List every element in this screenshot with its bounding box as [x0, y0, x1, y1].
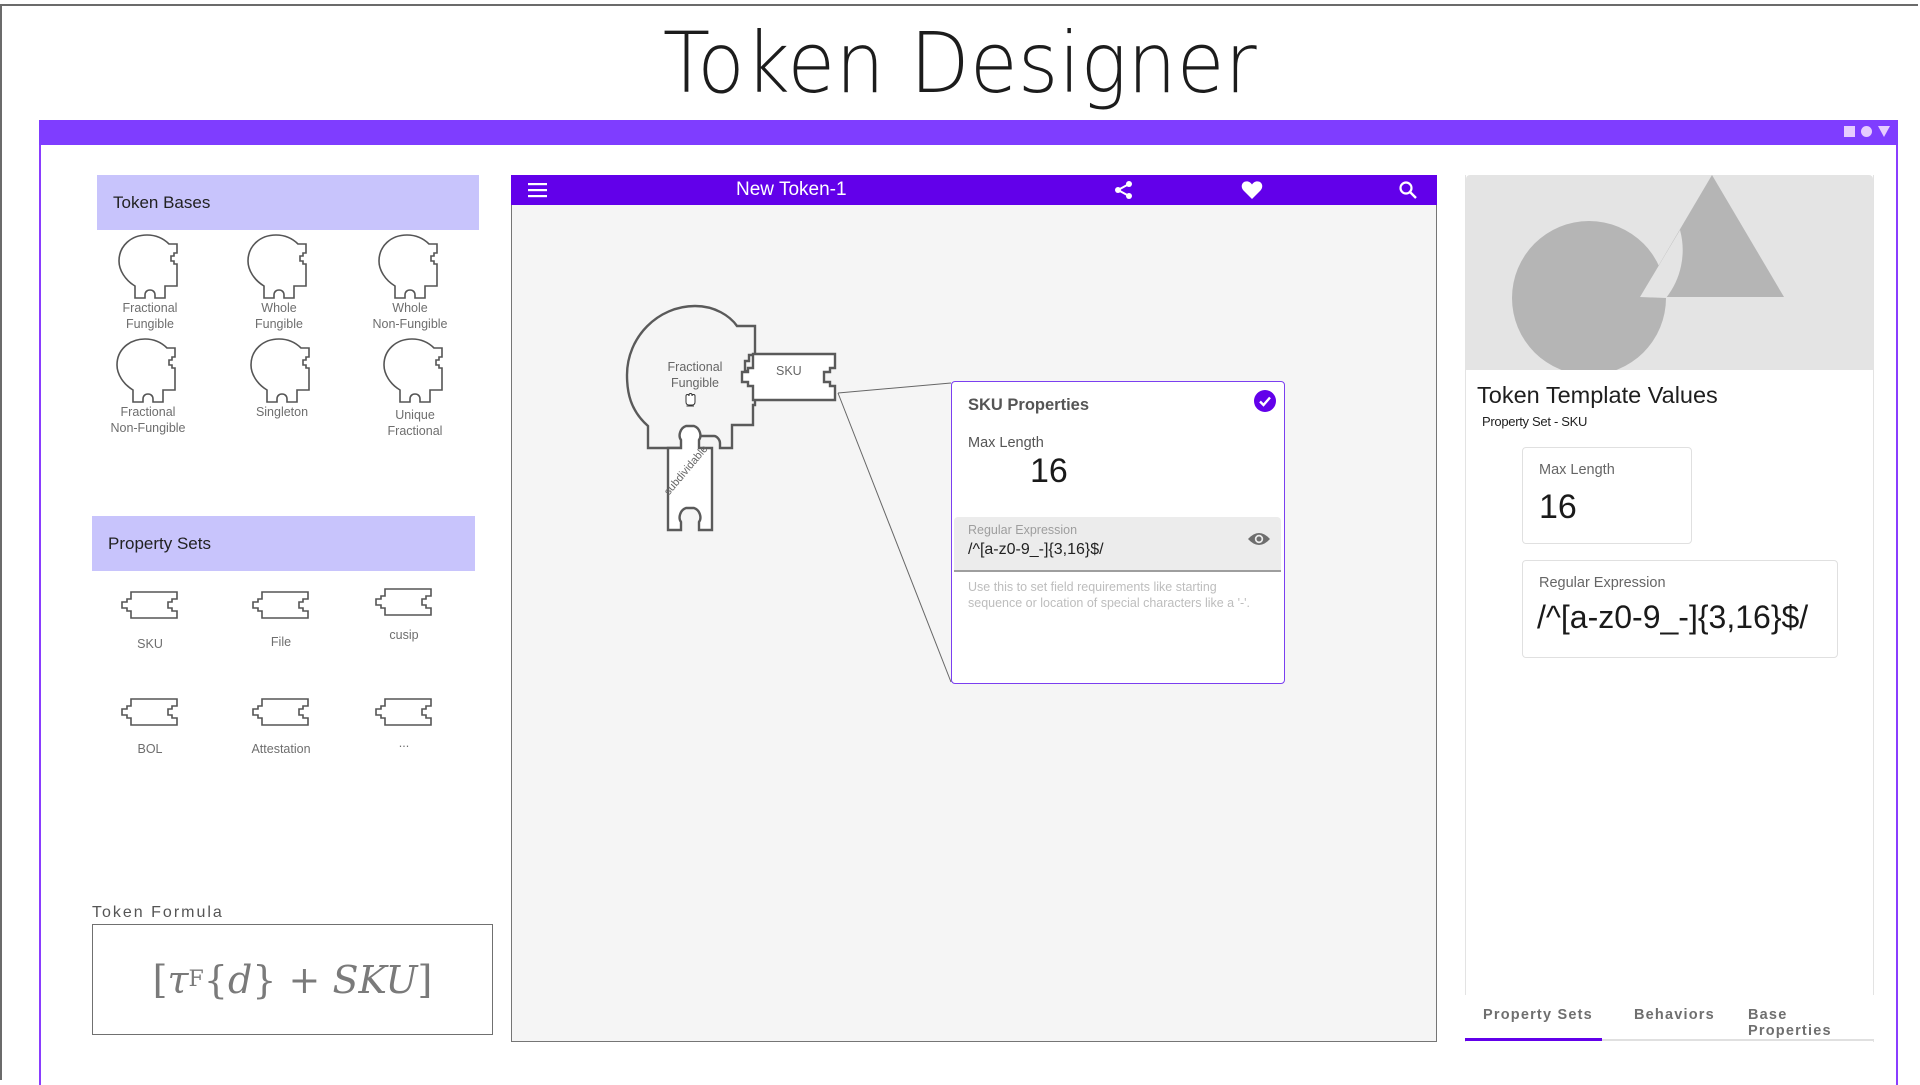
- search-icon[interactable]: [1398, 180, 1418, 205]
- token-base-icon: [115, 338, 181, 404]
- token-base-item[interactable]: Fractional Fungible: [110, 234, 190, 332]
- regex-input[interactable]: Regular Expression /^[a-z0-9_-]{3,16}$/: [954, 517, 1281, 572]
- property-set-item[interactable]: ...: [364, 697, 444, 751]
- window-title-bar: [39, 120, 1898, 145]
- property-set-icon: [119, 697, 181, 727]
- token-base-label: Non-Fungible: [110, 421, 186, 435]
- grab-hand-icon[interactable]: [684, 392, 696, 412]
- property-set-icon: [250, 697, 312, 727]
- sku-piece-label: SKU: [776, 364, 802, 378]
- formula-subscript: F: [188, 967, 204, 992]
- template-regex-label: Regular Expression: [1539, 575, 1666, 591]
- property-set-icon: [373, 697, 435, 727]
- base-piece-label-line: Fractional: [667, 360, 723, 374]
- assembled-token-pieces[interactable]: [620, 300, 850, 540]
- property-set-label: SKU: [137, 637, 163, 651]
- shapes-placeholder-icon: [1512, 175, 1784, 370]
- max-length-value[interactable]: 16: [1030, 452, 1068, 491]
- regex-helper-text: Use this to set field requirements like …: [968, 580, 1251, 610]
- template-tabs: Property Sets Behaviors Base Properties: [1465, 995, 1874, 1041]
- formula-d: d: [227, 957, 253, 1002]
- canvas-toolbar: New Token-1: [511, 175, 1437, 205]
- eye-icon[interactable]: [1247, 531, 1271, 552]
- token-base-label: Fractional: [120, 405, 176, 419]
- property-set-item[interactable]: cusip: [364, 587, 444, 643]
- property-set-label: ...: [398, 736, 410, 750]
- template-max-length-label: Max Length: [1539, 462, 1615, 478]
- base-piece-label-line: Fungible: [671, 376, 719, 390]
- template-values-title: Token Template Values: [1477, 382, 1718, 408]
- square-icon[interactable]: [1844, 126, 1855, 137]
- media-placeholder: [1466, 175, 1873, 370]
- menu-icon[interactable]: [528, 182, 548, 203]
- active-tab-indicator: [1465, 1038, 1602, 1041]
- property-set-item[interactable]: File: [241, 590, 321, 650]
- token-base-label: Whole: [392, 301, 428, 315]
- property-set-label: Attestation: [251, 742, 311, 756]
- token-base-label: Fractional: [122, 301, 178, 315]
- property-set-item[interactable]: Attestation: [241, 697, 321, 757]
- circle-icon[interactable]: [1861, 126, 1872, 137]
- property-sets-header: Property Sets: [92, 516, 475, 571]
- property-set-label: BOL: [137, 742, 163, 756]
- token-formula-box: [τ F{d} + SKU]: [92, 924, 493, 1035]
- token-base-item[interactable]: Singleton: [242, 338, 322, 420]
- formula-brace: {: [203, 957, 228, 1002]
- check-circle-icon[interactable]: [1254, 390, 1276, 412]
- template-max-length-value: 16: [1539, 488, 1577, 526]
- token-base-item[interactable]: Whole Non-Fungible: [365, 234, 455, 332]
- sku-properties-title: SKU Properties: [968, 396, 1090, 414]
- tab-behaviors[interactable]: Behaviors: [1634, 1007, 1715, 1023]
- token-formula-label: Token Formula: [92, 904, 224, 921]
- property-set-label: cusip: [389, 628, 419, 642]
- base-piece-label: Fractional Fungible: [655, 359, 735, 391]
- tab-base-properties[interactable]: Base Properties: [1748, 1007, 1874, 1039]
- token-base-item[interactable]: Fractional Non-Fungible: [103, 338, 193, 436]
- formula-bracket: [: [152, 957, 168, 1002]
- property-set-icon: [119, 590, 181, 620]
- property-set-item[interactable]: BOL: [110, 697, 190, 757]
- token-base-label: Fungible: [126, 317, 174, 331]
- regex-label: Regular Expression: [968, 523, 1078, 537]
- max-length-label: Max Length: [968, 435, 1044, 451]
- token-base-label: Non-Fungible: [372, 317, 448, 331]
- template-regex-value: /^[a-z0-9_-]{3,16}$/: [1537, 599, 1809, 635]
- token-base-label: Fractional: [387, 424, 443, 438]
- property-set-icon: [250, 590, 312, 620]
- property-set-item[interactable]: SKU: [110, 590, 190, 652]
- property-set-icon: [373, 587, 435, 617]
- template-values-subtitle: Property Set - SKU: [1482, 414, 1588, 429]
- token-base-icon: [377, 234, 443, 300]
- regex-value[interactable]: /^[a-z0-9_-]{3,16}$/: [968, 541, 1104, 559]
- formula-plus: +: [276, 957, 333, 1002]
- template-max-length-field[interactable]: Max Length 16: [1522, 447, 1692, 544]
- formula-sku: SKU: [332, 957, 418, 1002]
- property-set-label: File: [270, 635, 292, 649]
- token-base-label: Singleton: [255, 405, 309, 419]
- token-base-icon: [249, 338, 315, 404]
- token-bases-header: Token Bases: [97, 175, 479, 230]
- heart-icon[interactable]: [1241, 180, 1263, 205]
- triangle-down-icon[interactable]: [1878, 126, 1890, 137]
- token-base-label: Unique: [395, 408, 435, 422]
- canvas-title: New Token-1: [736, 179, 847, 200]
- token-base-icon: [117, 234, 183, 300]
- token-template-panel: Token Template Values Property Set - SKU…: [1465, 175, 1874, 1042]
- template-regex-field[interactable]: Regular Expression /^[a-z0-9_-]{3,16}$/: [1522, 560, 1838, 658]
- formula-bracket: ]: [417, 957, 433, 1002]
- formula-brace: }: [252, 957, 277, 1002]
- tab-property-sets[interactable]: Property Sets: [1483, 1007, 1593, 1023]
- page-title: Token Designer: [662, 14, 1258, 112]
- token-base-label: Fungible: [255, 317, 303, 331]
- formula-tau: τ: [167, 957, 189, 1002]
- token-base-item[interactable]: Unique Fractional: [375, 338, 455, 439]
- sku-properties-card: SKU Properties Max Length 16 Regular Exp…: [951, 381, 1285, 684]
- share-icon[interactable]: [1114, 180, 1134, 205]
- token-base-label: Whole: [261, 301, 297, 315]
- token-base-item[interactable]: Whole Fungible: [239, 234, 319, 332]
- token-base-icon: [246, 234, 312, 300]
- token-base-icon: [382, 338, 448, 404]
- window-controls: [1844, 126, 1890, 137]
